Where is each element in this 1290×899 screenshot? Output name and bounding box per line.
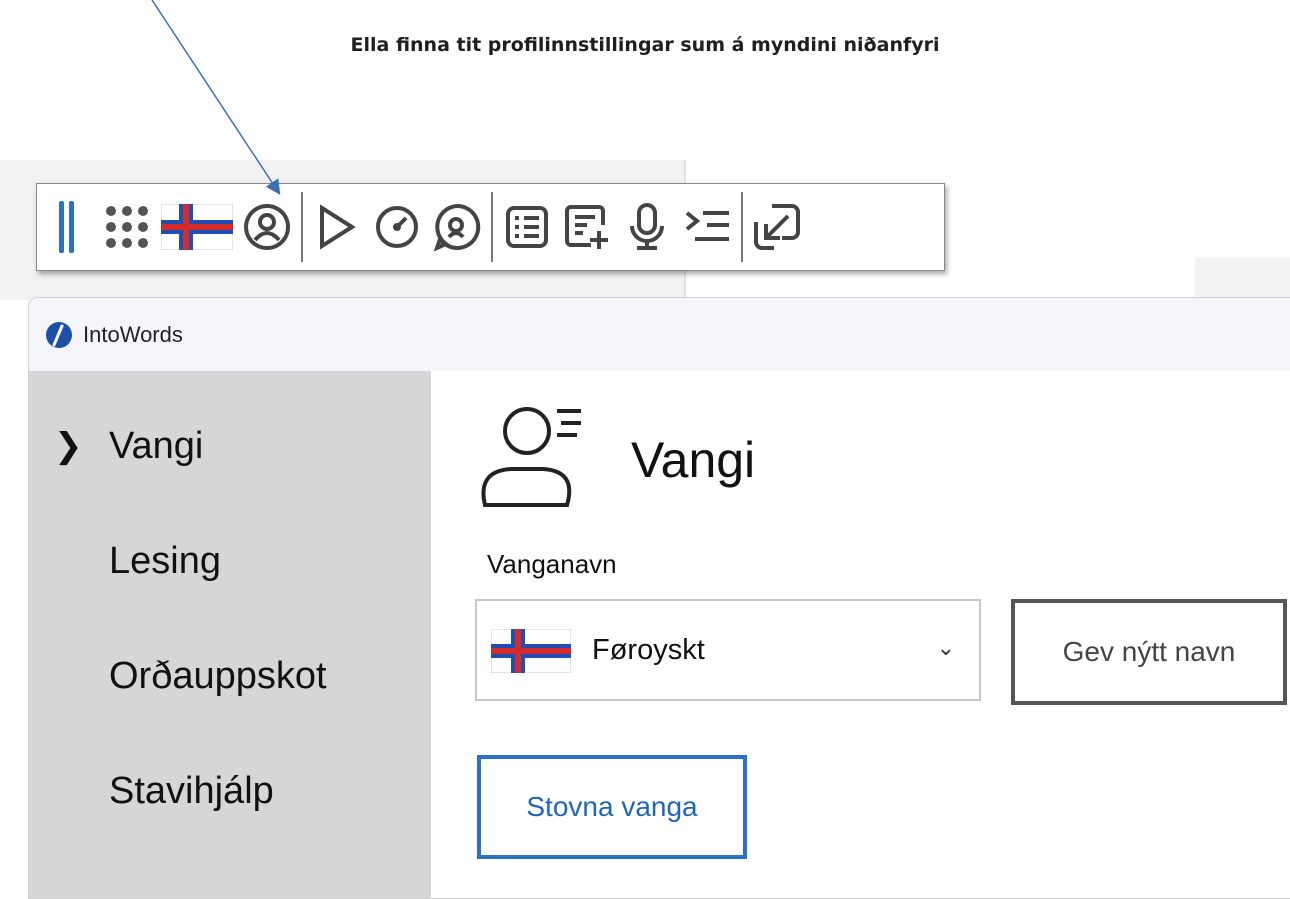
sidebar-item-label: Orðauppskot [109,654,327,697]
faroese-flag-icon [491,629,571,673]
profile-name-label: Vanganavn [487,549,617,579]
apps-grid-icon[interactable] [97,192,157,262]
profile-icon[interactable] [237,192,297,262]
sidebar-item-label: Stavihjálp [109,769,274,812]
intowords-toolbar [36,183,945,271]
sidebar-item-vangi[interactable]: ❯ Vangi [29,416,431,476]
toolbar-separator [301,192,303,262]
add-document-icon[interactable] [557,192,617,262]
sidebar-item-label: Vangi [109,424,204,467]
toolbar-separator [741,192,743,262]
rename-profile-button[interactable]: Gev nýtt navn [1011,599,1287,705]
sidebar-item-ordauppskot[interactable]: Orðauppskot [29,646,431,706]
indent-icon[interactable] [677,192,737,262]
speed-icon[interactable] [367,192,427,262]
profile-settings-icon [481,407,581,507]
list-icon[interactable] [497,192,557,262]
sidebar-item-stavihjalp[interactable]: Stavihjálp [29,761,431,821]
sidebar: ❯ Vangi Lesing Orðauppskot Stavihjálp [29,371,431,898]
sidebar-item-lesing[interactable]: Lesing [29,531,431,591]
toolbar-separator [491,192,493,262]
profile-select[interactable]: Føroyskt ⌄ [475,599,981,701]
intowords-logo-icon [46,321,72,348]
play-icon[interactable] [307,192,367,262]
chevron-down-icon: ⌄ [936,635,955,660]
main-content: Vangi Vanganavn Føroyskt ⌄ Gev nýtt navn… [431,371,1290,898]
sidebar-item-label: Lesing [109,539,221,582]
drag-handle-icon[interactable] [37,192,97,262]
intowords-window: IntoWords ❯ Vangi Lesing Orðauppskot Sta… [28,297,1290,899]
create-profile-button[interactable]: Stovna vanga [477,755,747,859]
instruction-caption: Ella finna tit profilinnstillingar sum á… [350,34,940,56]
microphone-icon[interactable] [617,192,677,262]
faroese-flag-icon[interactable] [157,192,237,262]
page-title: Vangi [631,432,756,488]
chevron-right-icon: ❯ [54,427,83,465]
voice-icon[interactable] [427,192,487,262]
minimize-icon[interactable] [747,192,807,262]
profile-select-value: Føroyskt [592,634,705,666]
titlebar: IntoWords [29,298,1290,371]
app-title: IntoWords [83,321,183,347]
background-strip [1195,258,1290,298]
